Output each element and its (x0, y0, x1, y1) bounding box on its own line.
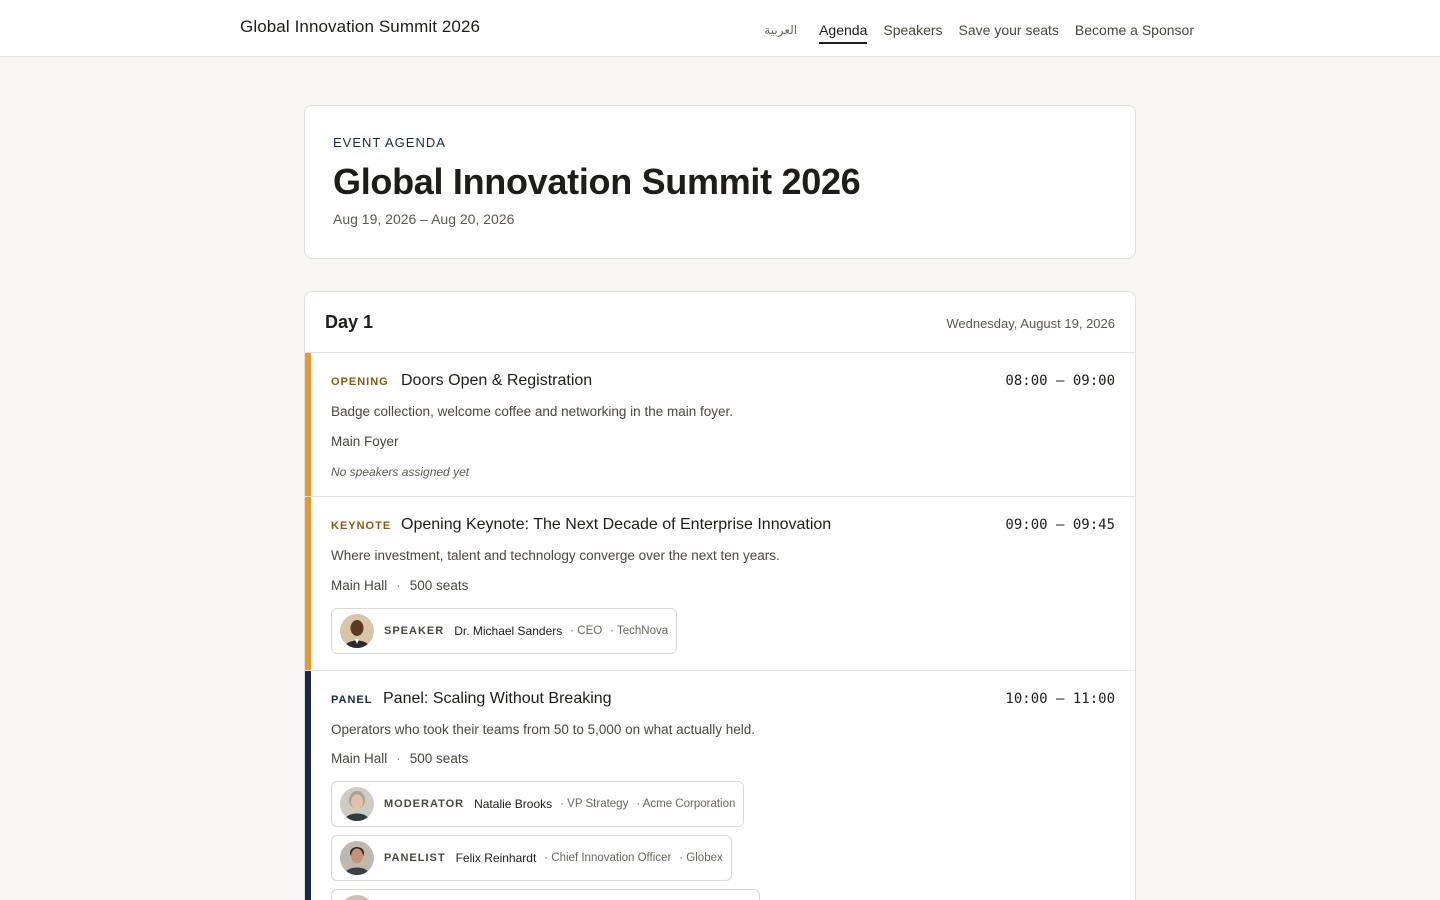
session-description: Operators who took their teams from 50 t… (331, 722, 755, 737)
seat-count: 500 seats (409, 578, 469, 593)
day-header: Day 1 Wednesday, August 19, 2026 (305, 292, 1135, 353)
session-accent-bar (305, 497, 311, 670)
event-eyebrow: EVENT AGENDA (333, 135, 446, 150)
speaker-company: · Globex (679, 852, 723, 864)
speaker-company: · Acme Corporation (636, 798, 736, 810)
event-dates: Aug 19, 2026 – Aug 20, 2026 (333, 211, 515, 227)
session-item[interactable]: PANEL Panel: Scaling Without Breaking 10… (305, 671, 1135, 900)
speaker-role: PANELIST (384, 852, 446, 864)
nav-agenda[interactable]: Agenda (819, 14, 868, 44)
session-location: Main Hall · 500 seats (331, 751, 468, 766)
speaker-title: · CEO (570, 625, 603, 637)
speaker-chip[interactable]: SPEAKER Dr. Michael Sanders · CEO · Tech… (331, 608, 678, 654)
avatar (340, 895, 374, 900)
separator-dot: · (396, 578, 401, 593)
location-name: Main Hall (331, 578, 388, 593)
location-name: Main Hall (331, 751, 388, 766)
session-location: Main Foyer (331, 434, 399, 449)
day-card: Day 1 Wednesday, August 19, 2026 OPENING… (304, 291, 1136, 900)
session-title: Opening Keynote: The Next Decade of Ente… (401, 516, 832, 533)
avatar (340, 614, 374, 648)
speaker-name: Natalie Brooks (474, 797, 553, 811)
speaker-company: · TechNova (610, 625, 669, 637)
day-title: Day 1 (325, 312, 374, 332)
session-description: Where investment, talent and technology … (331, 548, 780, 563)
speaker-name: Felix Reinhardt (455, 851, 537, 865)
session-title: Doors Open & Registration (401, 372, 593, 389)
session-time: 08:00 – 09:00 (1005, 373, 1115, 389)
location-name: Main Foyer (331, 434, 399, 449)
brand-title[interactable]: Global Innovation Summit 2026 (240, 17, 480, 37)
speaker-chip[interactable]: PANELIST Felix Reinhardt · Chief Innovat… (331, 835, 732, 881)
page-title: Global Innovation Summit 2026 (333, 161, 861, 202)
speaker-name: Dr. Michael Sanders (454, 624, 563, 638)
nav-save-seats[interactable]: Save your seats (959, 14, 1059, 44)
session-title: Panel: Scaling Without Breaking (383, 690, 612, 707)
session-time: 10:00 – 11:00 (1005, 691, 1115, 707)
nav-become-sponsor[interactable]: Become a Sponsor (1075, 14, 1194, 44)
separator-dot: · (396, 751, 401, 766)
top-navbar: Global Innovation Summit 2026 العربية Ag… (0, 0, 1440, 57)
speaker-role: SPEAKER (384, 625, 445, 637)
session-accent-bar (305, 671, 311, 900)
no-speakers-note: No speakers assigned yet (331, 465, 470, 479)
event-header-card: EVENT AGENDA Global Innovation Summit 20… (304, 105, 1136, 259)
speaker-title: · VP Strategy (560, 798, 629, 810)
speaker-chip[interactable]: MODERATOR Natalie Brooks · VP Strategy ·… (331, 781, 745, 827)
session-type: OPENING (331, 376, 389, 388)
session-type: PANEL (331, 694, 373, 706)
speaker-chip-partial[interactable] (331, 889, 760, 900)
day-date: Wednesday, August 19, 2026 (946, 316, 1115, 331)
session-item[interactable]: KEYNOTE Opening Keynote: The Next Decade… (305, 497, 1135, 671)
speaker-role: MODERATOR (384, 798, 465, 810)
session-type: KEYNOTE (331, 520, 392, 532)
nav-speakers[interactable]: Speakers (883, 14, 942, 44)
session-item[interactable]: OPENING Doors Open & Registration 08:00 … (305, 353, 1135, 497)
seat-count: 500 seats (409, 751, 469, 766)
session-description: Badge collection, welcome coffee and net… (331, 404, 733, 419)
avatar (340, 787, 374, 821)
session-location: Main Hall · 500 seats (331, 578, 468, 593)
main-nav: العربية Agenda Speakers Save your seats … (764, 0, 1194, 57)
speaker-title: · Chief Innovation Officer (544, 852, 672, 864)
session-accent-bar (305, 353, 311, 496)
session-time: 09:00 – 09:45 (1005, 517, 1115, 533)
avatar (340, 841, 374, 875)
nav-language-switch[interactable]: العربية (764, 15, 797, 43)
